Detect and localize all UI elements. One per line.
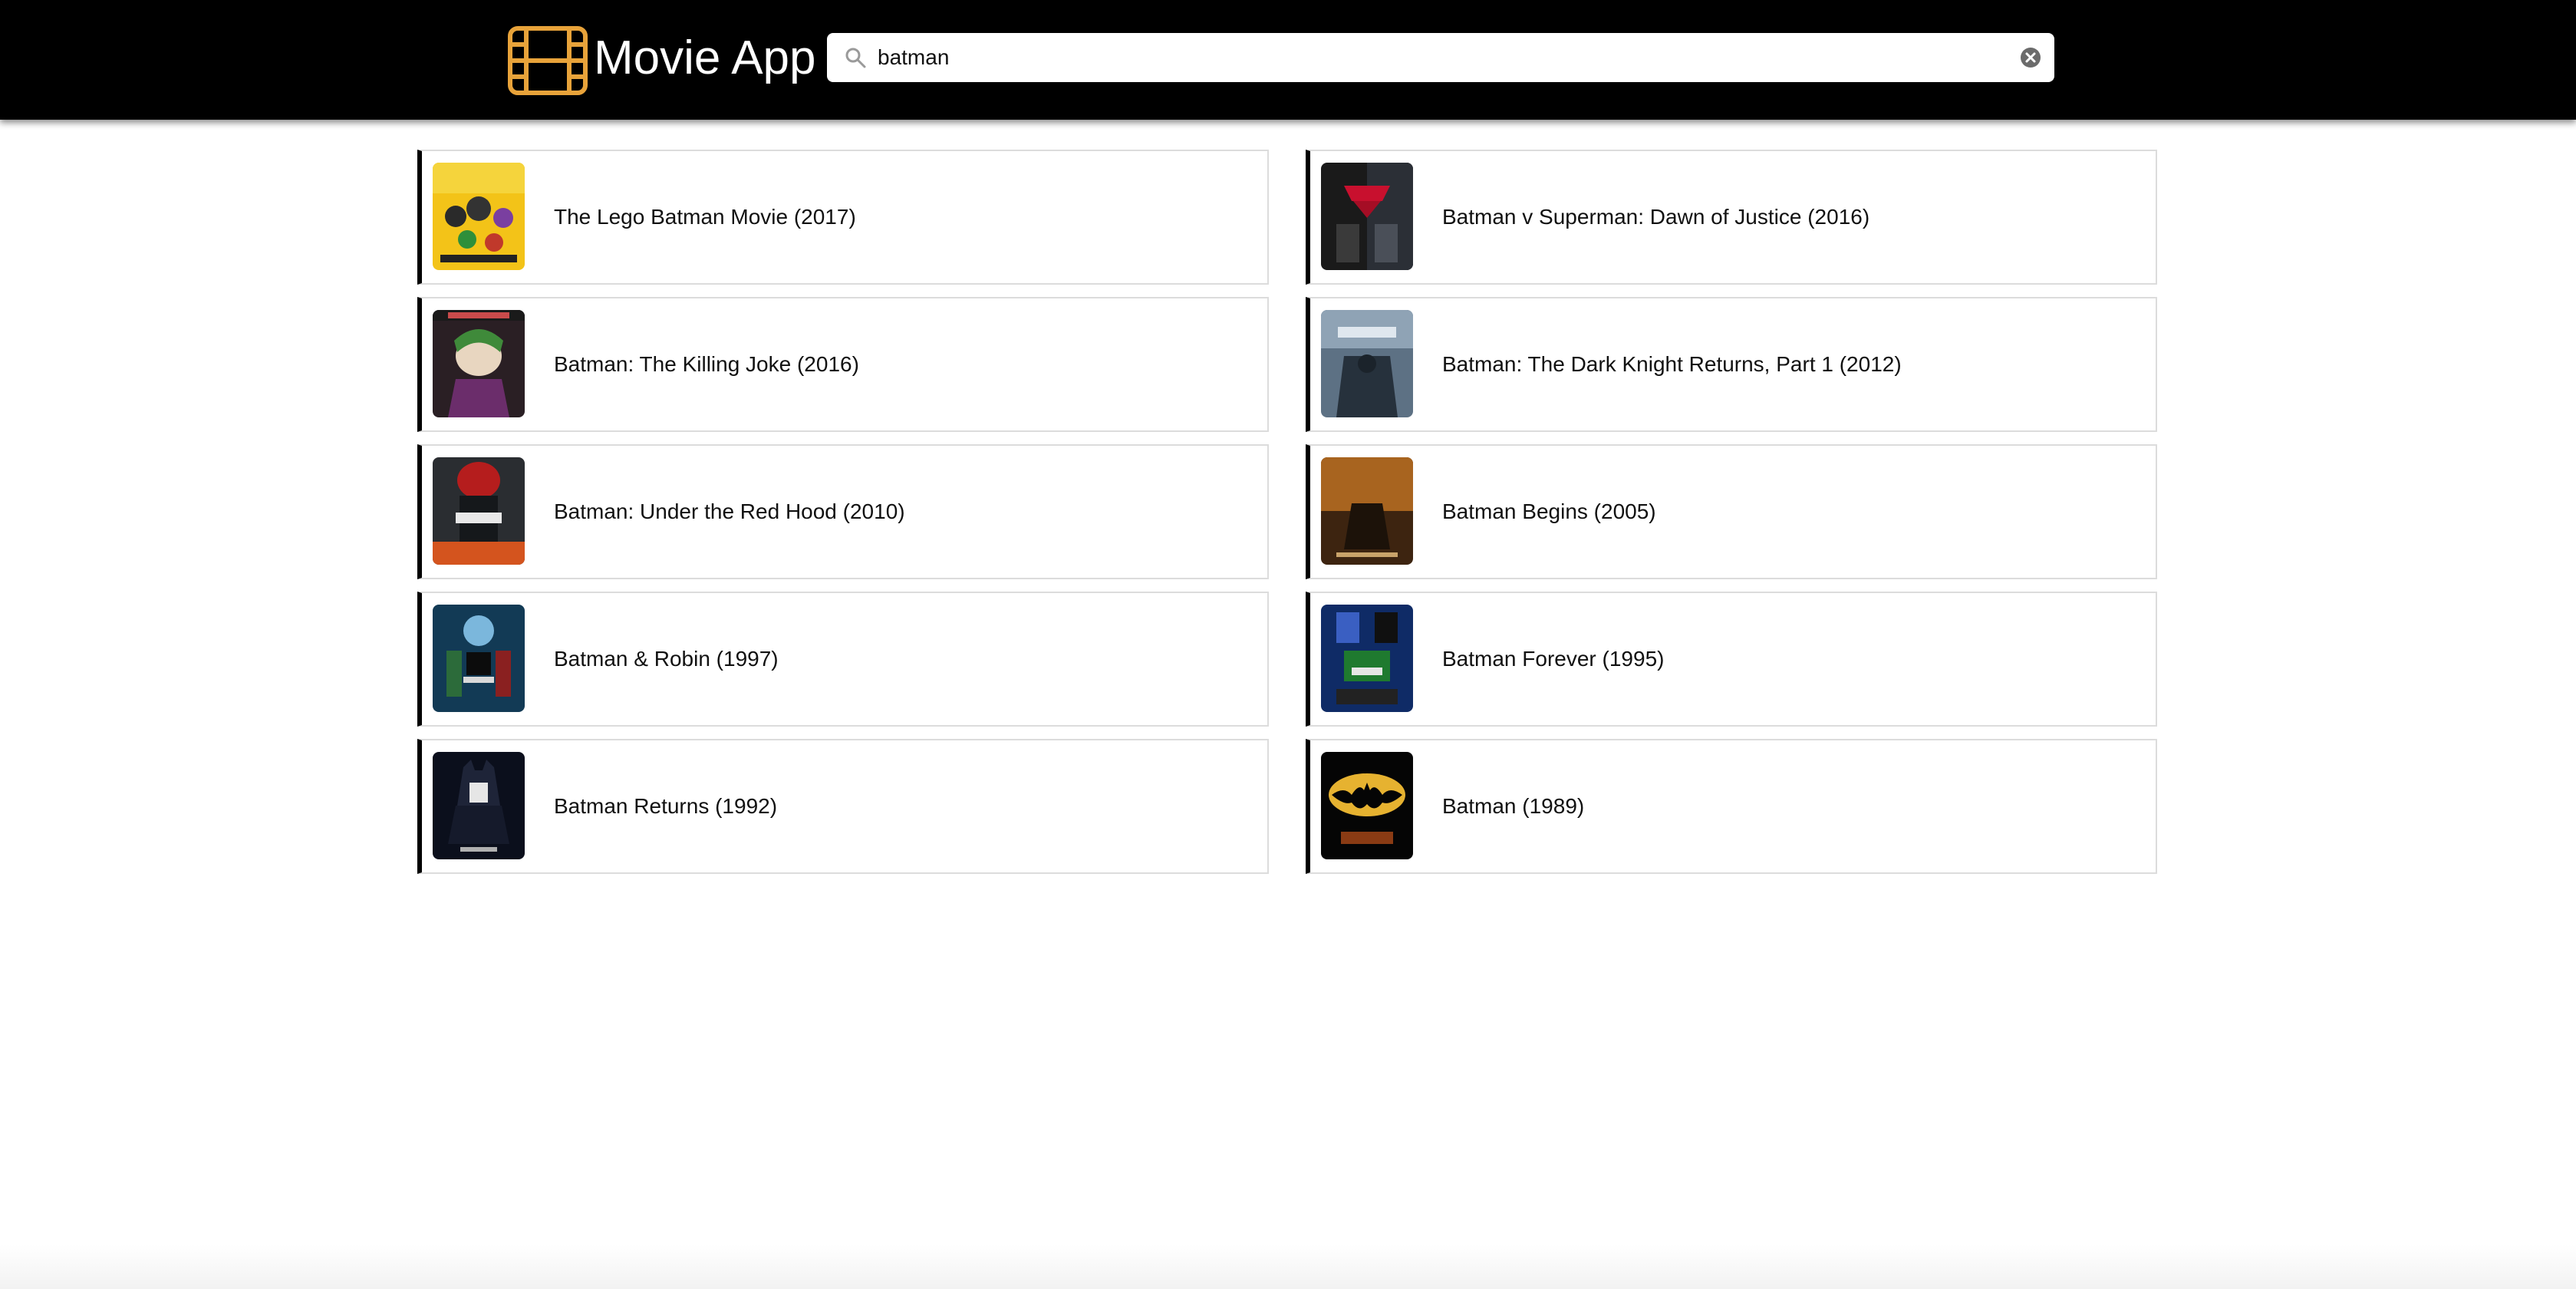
- movie-card[interactable]: Batman v Superman: Dawn of Justice (2016…: [1306, 150, 2157, 285]
- movie-card[interactable]: Batman (1989): [1306, 739, 2157, 874]
- movie-poster: [433, 310, 525, 417]
- search-box[interactable]: [827, 33, 2054, 82]
- movie-title: Batman: Under the Red Hood (2010): [554, 499, 905, 523]
- clear-search-icon[interactable]: [2019, 46, 2042, 69]
- movie-title: Batman & Robin (1997): [554, 647, 779, 671]
- search-input[interactable]: [878, 33, 1982, 82]
- movie-title: Batman Begins (2005): [1442, 499, 1656, 523]
- movie-title: Batman v Superman: Dawn of Justice (2016…: [1442, 205, 1870, 229]
- movie-title: Batman Forever (1995): [1442, 647, 1665, 671]
- page-bottom-edge: [0, 1244, 2576, 1289]
- movie-title: Batman: The Dark Knight Returns, Part 1 …: [1442, 352, 1902, 376]
- film-strip-icon: [508, 26, 588, 95]
- movie-title: Batman: The Killing Joke (2016): [554, 352, 859, 376]
- app-header: Movie App: [0, 0, 2576, 120]
- app-title: Movie App: [594, 31, 816, 84]
- movie-card[interactable]: Batman Forever (1995): [1306, 592, 2157, 727]
- movie-poster: [1321, 457, 1413, 565]
- movie-title: Batman (1989): [1442, 794, 1585, 818]
- movie-poster: [433, 605, 525, 712]
- movie-results-grid: The Lego Batman Movie (2017) Batman v Su…: [417, 150, 2159, 875]
- movie-poster: [433, 163, 525, 270]
- movie-title: The Lego Batman Movie (2017): [554, 205, 856, 229]
- search-icon: [845, 48, 866, 68]
- movie-card[interactable]: Batman: The Killing Joke (2016): [417, 297, 1269, 432]
- movie-card[interactable]: The Lego Batman Movie (2017): [417, 150, 1269, 285]
- movie-card[interactable]: Batman Begins (2005): [1306, 444, 2157, 579]
- movie-card[interactable]: Batman: Under the Red Hood (2010): [417, 444, 1269, 579]
- movie-poster: [1321, 163, 1413, 270]
- movie-poster: [1321, 310, 1413, 417]
- movie-poster: [433, 457, 525, 565]
- movie-poster: [1321, 605, 1413, 712]
- movie-card[interactable]: Batman Returns (1992): [417, 739, 1269, 874]
- movie-poster: [1321, 752, 1413, 859]
- movie-title: Batman Returns (1992): [554, 794, 778, 818]
- movie-card[interactable]: Batman: The Dark Knight Returns, Part 1 …: [1306, 297, 2157, 432]
- movie-poster: [433, 752, 525, 859]
- movie-card[interactable]: Batman & Robin (1997): [417, 592, 1269, 727]
